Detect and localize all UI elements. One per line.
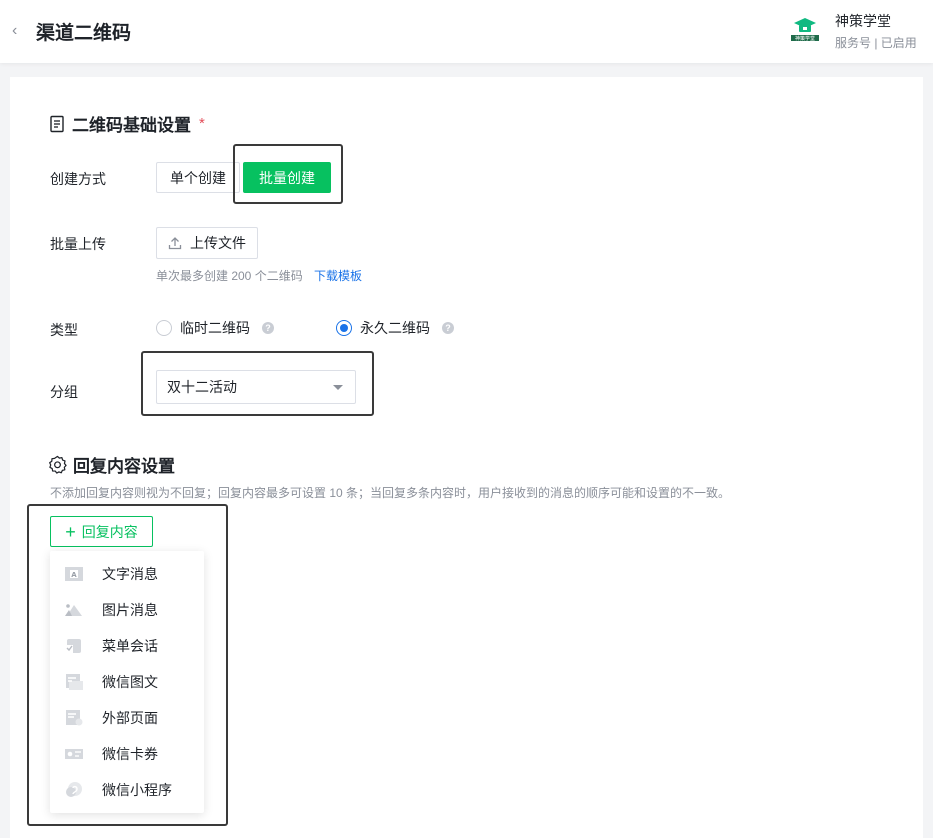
type-label: 类型	[50, 322, 78, 338]
upload-hint: 单次最多创建 200 个二维码 下载模板	[156, 267, 362, 284]
upload-icon	[168, 237, 182, 250]
chevron-left-icon[interactable]: ‹	[12, 22, 26, 40]
create-mode-label: 创建方式	[50, 171, 106, 187]
upload-file-button[interactable]: 上传文件	[156, 227, 258, 259]
temporary-qrcode-label: 临时二维码	[180, 320, 250, 336]
radio-checked-icon	[336, 320, 352, 336]
annotation-box	[141, 351, 374, 416]
help-icon[interactable]: ?	[442, 322, 454, 334]
top-header: ‹ 渠道二维码 神策学堂 神策学堂 服务号 | 已启用	[0, 0, 933, 63]
required-mark: *	[199, 115, 205, 132]
logo-text: 神策学堂	[795, 35, 815, 42]
reply-settings-title: 回复内容设置	[48, 452, 175, 477]
temporary-qrcode-radio[interactable]: 临时二维码 ?	[156, 318, 274, 338]
basic-settings-title: 二维码基础设置 *	[48, 111, 205, 136]
document-icon	[50, 115, 64, 132]
gear-icon	[49, 455, 67, 474]
permanent-qrcode-label: 永久二维码	[360, 320, 430, 336]
reply-settings-title-text: 回复内容设置	[73, 457, 175, 476]
help-icon[interactable]: ?	[262, 322, 274, 334]
annotation-box	[233, 144, 343, 204]
account-status: 服务号 | 已启用	[835, 36, 917, 50]
upload-hint-text: 单次最多创建 200 个二维码	[156, 269, 303, 283]
group-label: 分组	[50, 384, 78, 400]
download-template-link[interactable]: 下载模板	[314, 269, 362, 283]
single-create-button[interactable]: 单个创建	[156, 162, 240, 193]
page-title: 渠道二维码	[36, 23, 132, 44]
upload-file-label: 上传文件	[190, 235, 246, 251]
radio-unchecked-icon	[156, 320, 172, 336]
account-logo: 神策学堂	[791, 18, 819, 42]
permanent-qrcode-radio[interactable]: 永久二维码 ?	[336, 318, 454, 338]
account-name: 神策学堂	[835, 13, 891, 29]
reply-description: 不添加回复内容则视为不回复；回复内容最多可设置 10 条；当回复多条内容时，用户…	[50, 486, 731, 500]
basic-settings-title-text: 二维码基础设置	[72, 116, 191, 135]
settings-card: 二维码基础设置 * 创建方式 单个创建 批量创建 批量上传 上传文件 单次最多创…	[10, 77, 923, 838]
batch-upload-label: 批量上传	[50, 236, 106, 252]
annotation-box	[27, 504, 228, 826]
